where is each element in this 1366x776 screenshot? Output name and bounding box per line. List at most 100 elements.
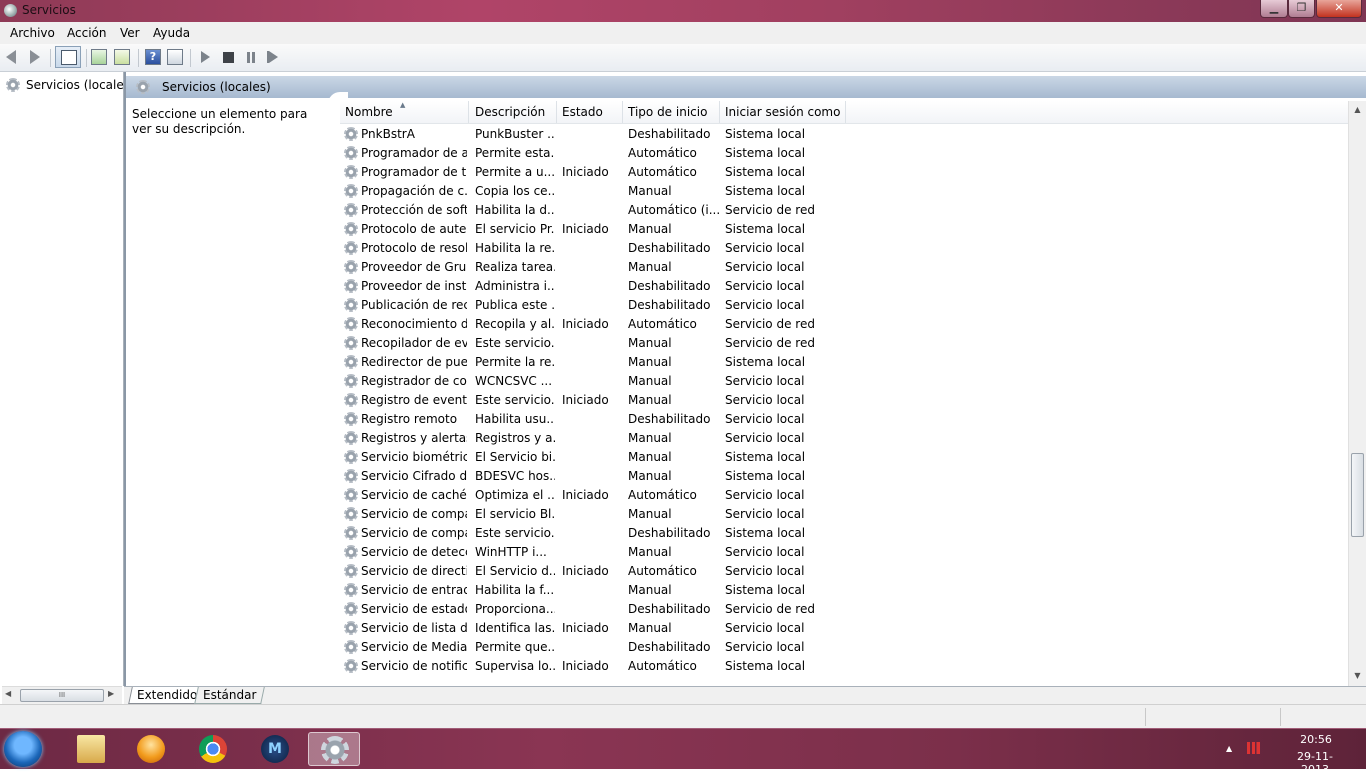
table-row[interactable]: Servicio de compa... El servicio Bl... Man… bbox=[340, 505, 1348, 524]
minimize-button[interactable]: ▁ bbox=[1260, 0, 1288, 18]
tree-scroll-thumb[interactable]: III bbox=[20, 689, 104, 702]
table-row[interactable]: Servicio Cifrado d... BDESVC hos... Manual… bbox=[340, 467, 1348, 486]
cell-tipo-inicio: Manual bbox=[628, 469, 672, 483]
table-row[interactable]: Propagación de c... Copia los ce... Manual… bbox=[340, 182, 1348, 201]
cell-iniciar-sesion: Servicio local bbox=[725, 260, 805, 274]
table-row[interactable]: Protocolo de resol... Habilita la re... De… bbox=[340, 239, 1348, 258]
column-label: Nombre bbox=[345, 105, 393, 119]
cell-nombre: Servicio de estado... bbox=[361, 602, 467, 616]
table-row[interactable]: Protocolo de aute... El servicio Pr... Ini… bbox=[340, 220, 1348, 239]
column-header-estado[interactable]: Estado bbox=[557, 101, 623, 123]
network-signal-icon[interactable] bbox=[1247, 742, 1263, 754]
cell-estado bbox=[562, 372, 622, 391]
toolbar-separator bbox=[190, 49, 191, 67]
gear-icon bbox=[344, 450, 358, 464]
close-button[interactable]: ✕ bbox=[1316, 0, 1362, 18]
export-list-icon[interactable] bbox=[114, 49, 130, 65]
forward-arrow-icon[interactable] bbox=[30, 50, 40, 64]
cell-nombre: Registrador de co... bbox=[361, 374, 467, 388]
table-row[interactable]: Servicio de Media ... Permite que... Desha… bbox=[340, 638, 1348, 657]
taskbar-app-services[interactable] bbox=[308, 732, 360, 766]
table-row[interactable]: Registrador de co... WCNCSVC ... Manual Ser… bbox=[340, 372, 1348, 391]
table-row[interactable]: Registro remoto Habilita usu... Deshabilit… bbox=[340, 410, 1348, 429]
cell-iniciar-sesion: Sistema local bbox=[725, 469, 806, 483]
table-row[interactable]: Servicio de compa... Este servicio... Desh… bbox=[340, 524, 1348, 543]
cell-tipo-inicio: Manual bbox=[628, 184, 672, 198]
table-row[interactable]: Redirector de puer... Permite la re... Man… bbox=[340, 353, 1348, 372]
back-arrow-icon[interactable] bbox=[6, 50, 16, 64]
table-row[interactable]: Servicio de directi... El Servicio d... In… bbox=[340, 562, 1348, 581]
table-row[interactable]: Protección de soft... Habilita la d... Aut… bbox=[340, 201, 1348, 220]
scroll-left-icon[interactable]: ◀ bbox=[5, 689, 11, 698]
menu-ayuda[interactable]: Ayuda bbox=[153, 26, 190, 40]
help-icon[interactable]: ? bbox=[145, 49, 161, 65]
table-row[interactable]: Servicio de lista de... Identifica las...… bbox=[340, 619, 1348, 638]
cell-nombre: Registros y alertas ... bbox=[361, 431, 467, 445]
table-row[interactable]: Reconocimiento d... Recopila y al... Inici… bbox=[340, 315, 1348, 334]
list-vertical-scrollbar[interactable]: ▲ ▼ bbox=[1348, 101, 1366, 686]
toolbar-separator bbox=[86, 49, 87, 67]
taskbar-app-media-player[interactable] bbox=[124, 732, 176, 766]
table-row[interactable]: Servicio de estado... Proporciona... Desha… bbox=[340, 600, 1348, 619]
table-row[interactable]: Servicio de entrad... Habilita la f... Man… bbox=[340, 581, 1348, 600]
cell-nombre: Servicio de entrad... bbox=[361, 583, 467, 597]
cell-tipo-inicio: Manual bbox=[628, 621, 672, 635]
toolbar-separator bbox=[138, 49, 139, 67]
cell-tipo-inicio: Deshabilitado bbox=[628, 412, 711, 426]
gear-icon bbox=[344, 564, 358, 578]
show-hide-console-tree-button[interactable] bbox=[55, 46, 81, 68]
menu-ver[interactable]: Ver bbox=[120, 26, 140, 40]
scroll-down-icon[interactable]: ▼ bbox=[1349, 667, 1366, 684]
table-row[interactable]: PnkBstrA PunkBuster ... Deshabilitado Siste… bbox=[340, 125, 1348, 144]
properties-icon[interactable] bbox=[167, 49, 183, 65]
table-row[interactable]: Programador de t... Permite a u... Iniciad… bbox=[340, 163, 1348, 182]
table-row[interactable]: Servicio de detecc... WinHTTP i... Manual S… bbox=[340, 543, 1348, 562]
column-header-nombre[interactable]: ▲ Nombre bbox=[340, 101, 469, 123]
table-row[interactable]: Recopilador de ev... Este servicio... Manu… bbox=[340, 334, 1348, 353]
stop-icon[interactable] bbox=[223, 52, 234, 63]
table-row[interactable]: Servicio de notific... Supervisa lo... Ini… bbox=[340, 657, 1348, 676]
restart-icon[interactable] bbox=[269, 51, 278, 63]
refresh-icon[interactable] bbox=[91, 49, 107, 65]
maximize-button[interactable]: ❐ bbox=[1288, 0, 1315, 18]
cell-iniciar-sesion: Servicio local bbox=[725, 374, 805, 388]
gear-icon bbox=[344, 336, 358, 350]
services-list-header: ▲ Nombre Descripción Estado Tipo de inic… bbox=[340, 101, 1348, 124]
play-icon[interactable] bbox=[201, 51, 210, 63]
taskbar-app-m[interactable]: M bbox=[248, 732, 300, 766]
cell-descripcion: Este servicio... bbox=[475, 336, 555, 350]
taskbar-app-chrome[interactable] bbox=[186, 732, 238, 766]
column-header-descripcion[interactable]: Descripción bbox=[470, 101, 557, 123]
view-tabs: Extendido Estándar bbox=[124, 686, 1366, 705]
menu-archivo[interactable]: Archivo bbox=[10, 26, 55, 40]
tab-estandar[interactable]: Estándar bbox=[194, 687, 266, 704]
scroll-right-icon[interactable]: ▶ bbox=[108, 689, 114, 698]
table-row[interactable]: Registro de event... Este servicio... Inic… bbox=[340, 391, 1348, 410]
gear-icon bbox=[344, 260, 358, 274]
table-row[interactable]: Registros y alertas ... Registros y a... M… bbox=[340, 429, 1348, 448]
clock-time[interactable]: 20:56 bbox=[1290, 733, 1342, 746]
table-row[interactable]: Servicio de caché ... Optimiza el ... Inic… bbox=[340, 486, 1348, 505]
start-button-windows-icon[interactable] bbox=[4, 731, 42, 767]
tree-horizontal-scrollbar[interactable]: ◀ III ▶ bbox=[2, 686, 122, 704]
table-row[interactable]: Proveedor de inst... Administra i... Desha… bbox=[340, 277, 1348, 296]
cell-descripcion: Permite esta... bbox=[475, 146, 555, 160]
pause-icon[interactable] bbox=[247, 52, 250, 63]
cell-nombre: Servicio de lista de... bbox=[361, 621, 467, 635]
table-row[interactable]: Servicio biométric... El Servicio bi... Ma… bbox=[340, 448, 1348, 467]
cell-nombre: Servicio de notific... bbox=[361, 659, 467, 673]
show-hidden-icons-icon[interactable]: ▲ bbox=[1226, 744, 1232, 753]
cell-iniciar-sesion: Sistema local bbox=[725, 659, 806, 673]
table-row[interactable]: Programador de a... Permite esta... Automá… bbox=[340, 144, 1348, 163]
column-header-tipo-inicio[interactable]: Tipo de inicio bbox=[623, 101, 720, 123]
gear-icon bbox=[344, 640, 358, 654]
cell-nombre: Programador de t... bbox=[361, 165, 467, 179]
table-row[interactable]: Proveedor de Gru... Realiza tarea... Manua… bbox=[340, 258, 1348, 277]
list-scroll-thumb[interactable] bbox=[1351, 453, 1364, 537]
clock-date[interactable]: 29-11-2013 bbox=[1284, 750, 1346, 776]
scroll-up-icon[interactable]: ▲ bbox=[1349, 101, 1366, 118]
taskbar-app-explorer[interactable] bbox=[64, 732, 116, 766]
menu-accion[interactable]: Acción bbox=[67, 26, 106, 40]
column-header-iniciar-sesion[interactable]: Iniciar sesión como bbox=[720, 101, 846, 123]
table-row[interactable]: Publicación de rec... Publica este ... Des… bbox=[340, 296, 1348, 315]
